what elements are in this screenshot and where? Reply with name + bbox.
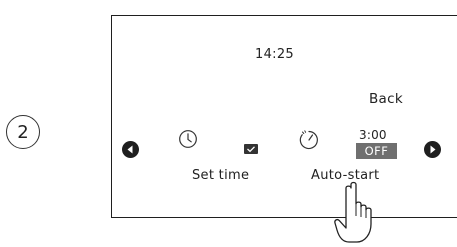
set-time-label[interactable]: Set time xyxy=(192,168,249,183)
illustration: 2 14:25 Back 3:00 OFF Set time Auto-star… xyxy=(0,0,457,247)
step-number-badge: 2 xyxy=(6,115,40,149)
control-panel-screen: 14:25 Back 3:00 OFF Set time Auto-start xyxy=(111,15,457,218)
timer-icon[interactable] xyxy=(298,129,320,155)
confirm-checkmark-icon[interactable] xyxy=(244,139,258,158)
back-button[interactable]: Back xyxy=(369,91,403,107)
chevron-right-icon xyxy=(430,145,436,154)
auto-start-status-badge: OFF xyxy=(356,143,397,159)
pointing-hand-icon xyxy=(334,180,390,247)
auto-start-time: 3:00 xyxy=(359,128,387,142)
step-number: 2 xyxy=(17,121,29,143)
current-time: 14:25 xyxy=(255,47,294,62)
clock-icon[interactable] xyxy=(178,129,198,153)
next-button[interactable] xyxy=(424,141,441,158)
previous-button[interactable] xyxy=(122,141,139,158)
chevron-left-icon xyxy=(127,145,133,154)
